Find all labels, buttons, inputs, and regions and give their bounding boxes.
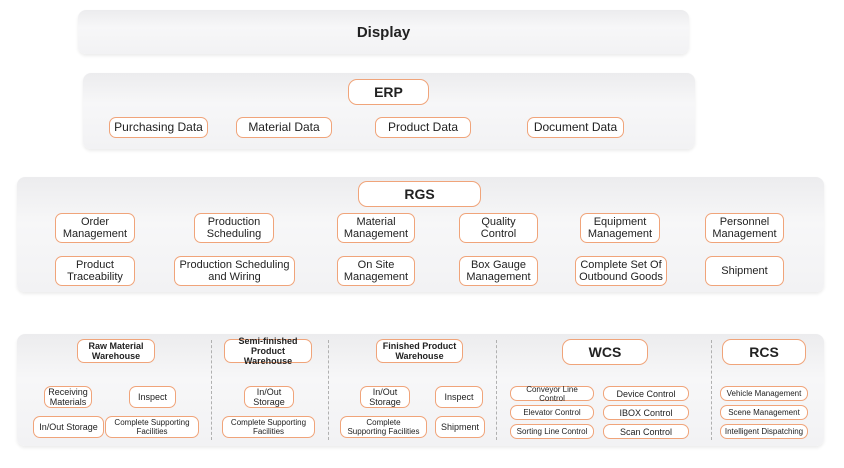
separator-1 [211, 340, 212, 440]
raw-material-warehouse-title: Raw Material Warehouse [77, 339, 155, 363]
wcs-sorting-line-control: Sorting Line Control [510, 424, 594, 439]
rgs-quality-control: Quality Control [459, 213, 538, 243]
rgs-on-site-management: On Site Management [337, 256, 415, 286]
separator-4 [711, 340, 712, 440]
raw-receiving-materials: Receiving Materials [44, 386, 92, 408]
erp-item-product-data: Product Data [375, 117, 471, 138]
erp-item-document-data: Document Data [527, 117, 624, 138]
rgs-box-gauge-management: Box Gauge Management [459, 256, 538, 286]
erp-item-purchasing-data: Purchasing Data [109, 117, 208, 138]
display-title: Display [356, 23, 411, 41]
erp-title: ERP [348, 79, 429, 105]
rgs-title: RGS [358, 181, 481, 207]
finished-product-warehouse-title: Finished Product Warehouse [376, 339, 463, 363]
rgs-product-traceability: Product Traceability [55, 256, 135, 286]
separator-2 [328, 340, 329, 440]
rgs-production-scheduling: Production Scheduling [194, 213, 274, 243]
raw-in-out-storage: In/Out Storage [33, 416, 104, 438]
rgs-shipment: Shipment [705, 256, 784, 286]
wcs-elevator-control: Elevator Control [510, 405, 594, 420]
finished-in-out-storage: In/Out Storage [360, 386, 410, 408]
finished-complete-supporting-facilities: Complete Supporting Facilities [340, 416, 427, 438]
wcs-scan-control: Scan Control [603, 424, 689, 439]
semi-complete-supporting-facilities: Complete Supporting Facilities [222, 416, 315, 438]
separator-3 [496, 340, 497, 440]
rcs-scene-management: Scene Management [720, 405, 808, 420]
erp-item-material-data: Material Data [236, 117, 332, 138]
rcs-vehicle-management: Vehicle Management [720, 386, 808, 401]
raw-inspect: Inspect [129, 386, 176, 408]
wcs-conveyor-line-control: Conveyor Line Control [510, 385, 594, 403]
wcs-device-control: Device Control [603, 386, 689, 401]
rcs-title: RCS [722, 339, 806, 365]
rgs-order-management: Order Management [55, 213, 135, 243]
wcs-ibox-control: IBOX Control [603, 405, 689, 420]
wcs-title: WCS [562, 339, 648, 365]
rgs-material-management: Material Management [337, 213, 415, 243]
rgs-complete-set-outbound: Complete Set Of Outbound Goods [575, 256, 667, 286]
finished-inspect: Inspect [435, 386, 483, 408]
semi-in-out-storage: In/Out Storage [244, 386, 294, 408]
rgs-equipment-management: Equipment Management [580, 213, 660, 243]
finished-shipment: Shipment [435, 416, 485, 438]
semi-finished-warehouse-title: Semi-finished Product Warehouse [224, 336, 312, 366]
rgs-production-scheduling-wiring: Production Scheduling and Wiring [174, 256, 295, 286]
raw-complete-supporting-facilities: Complete Supporting Facilities [105, 416, 199, 438]
rgs-personnel-management: Personnel Management [705, 213, 784, 243]
rcs-intelligent-dispatching: Intelligent Dispatching [720, 424, 808, 439]
